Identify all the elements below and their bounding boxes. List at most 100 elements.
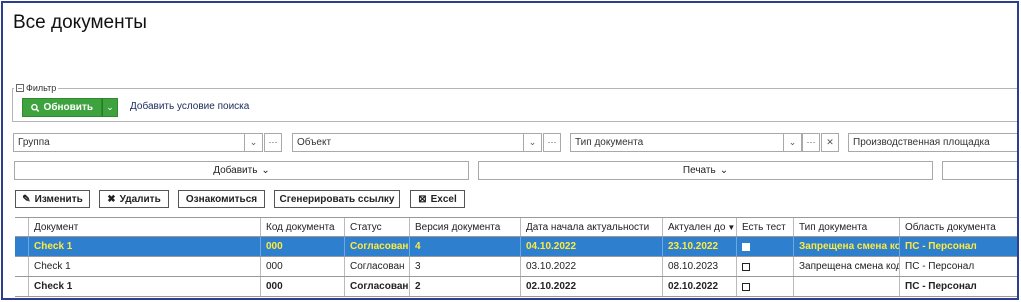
- object-more-button[interactable]: ⋯: [543, 133, 561, 152]
- cell-valid-until: 23.10.2022: [663, 237, 737, 256]
- page-title: Все документы: [13, 12, 147, 33]
- site-combo[interactable]: Производственная площадка: [848, 133, 1017, 152]
- doc-type-clear-button[interactable]: ✕: [821, 133, 839, 152]
- cell-code: 000: [261, 237, 345, 256]
- refresh-button[interactable]: Обновить: [22, 98, 102, 117]
- cell-start-date: 03.10.2022: [521, 257, 663, 276]
- cell-valid-until: 02.10.2022: [663, 277, 737, 296]
- table-row[interactable]: Check 1 000 Согласован 3 03.10.2022 08.1…: [15, 257, 1017, 277]
- chevron-down-icon: ⌄: [719, 165, 729, 176]
- cell-doc-area: ПС - Персонал: [905, 281, 977, 292]
- group-more-button[interactable]: ⋯: [264, 133, 282, 152]
- object-combo-text: Объект: [297, 137, 332, 148]
- cell-doc-area: ПС - Персонал: [905, 261, 975, 272]
- site-combo-text: Производственная площадка: [853, 137, 990, 148]
- table-row[interactable]: Check 1 000 Согласован 4 04.10.2022 23.1…: [15, 237, 1017, 257]
- cell-doc-type: Запрещена смена кода: [794, 257, 900, 276]
- checkbox[interactable]: [742, 242, 750, 251]
- group-combo[interactable]: Группа ⌄: [13, 133, 263, 152]
- print-button-label: Печать: [682, 165, 716, 176]
- cell-has-test: [737, 257, 794, 276]
- refresh-dropdown-button[interactable]: ⌄: [102, 98, 118, 117]
- sort-down-icon: ▼: [727, 222, 736, 232]
- cell-code: 000: [261, 257, 345, 276]
- pencil-icon: ✎: [22, 193, 31, 205]
- column-header[interactable]: Дата начала актуальности: [521, 218, 663, 236]
- chevron-down-icon: ⌄: [106, 102, 114, 112]
- cell-version: 4: [410, 237, 521, 256]
- column-header[interactable]: Есть тест: [737, 218, 794, 236]
- column-header-label: Актуален до: [668, 221, 726, 233]
- cell-valid-until: 08.10.2023: [663, 257, 737, 276]
- chevron-down-icon[interactable]: ⌄: [244, 134, 262, 151]
- delete-button[interactable]: ✖ Удалить: [99, 190, 169, 208]
- collapse-icon[interactable]: −: [16, 84, 24, 92]
- filter-legend[interactable]: − Фильтр: [14, 83, 59, 93]
- close-icon: ✖: [107, 193, 116, 205]
- search-icon: [31, 103, 40, 112]
- generate-link-button-label: Сгенерировать ссылку: [279, 193, 395, 205]
- row-marker: [15, 237, 29, 256]
- excel-icon: ⊠: [418, 193, 427, 205]
- refresh-button-label: Обновить: [43, 102, 93, 113]
- column-header[interactable]: Статус: [345, 218, 410, 236]
- filter-legend-label: Фильтр: [26, 83, 57, 93]
- row-marker-header: [15, 218, 29, 236]
- column-header[interactable]: Область документа: [900, 218, 1017, 236]
- print-button[interactable]: Печать ⌄: [478, 161, 933, 180]
- cell-has-test: [737, 237, 794, 256]
- cell-code: 000: [261, 277, 345, 296]
- column-header[interactable]: Версия документа: [410, 218, 521, 236]
- cell-status: Согласован: [345, 237, 410, 256]
- excel-button[interactable]: ⊠ Excel: [410, 190, 465, 208]
- cell-doc-type: Запрещена смена кода: [794, 237, 900, 256]
- cell-version: 2: [410, 277, 521, 296]
- edit-button[interactable]: ✎ Изменить: [15, 190, 90, 208]
- delete-button-label: Удалить: [119, 193, 161, 205]
- table-row[interactable]: Check 1 000 Согласован 2 02.10.2022 02.1…: [15, 277, 1017, 297]
- cell-version: 3: [410, 257, 521, 276]
- column-header[interactable]: Документ: [29, 218, 261, 236]
- ellipsis-icon: ⋯: [547, 137, 557, 147]
- extra-bar-button[interactable]: [942, 161, 1017, 180]
- doc-type-more-button[interactable]: ⋯: [802, 133, 820, 152]
- cell-status: Согласован: [345, 277, 410, 296]
- chevron-down-icon: ⌄: [261, 165, 270, 176]
- cell-document: Check 1: [29, 257, 261, 276]
- edit-button-label: Изменить: [34, 193, 83, 205]
- add-button[interactable]: Добавить ⌄: [14, 161, 469, 180]
- table-header-row: Документ Код документа Статус Версия док…: [15, 217, 1017, 237]
- add-button-label: Добавить: [213, 165, 258, 176]
- doc-type-combo[interactable]: Тип документа ⌄: [570, 133, 802, 152]
- column-header[interactable]: Код документа: [261, 218, 345, 236]
- acquaint-button[interactable]: Ознакомиться: [178, 190, 265, 208]
- column-header[interactable]: Тип документа: [794, 218, 900, 236]
- cell-doc-type: [794, 277, 900, 296]
- cell-start-date: 02.10.2022: [521, 277, 663, 296]
- chevron-down-icon[interactable]: ⌄: [523, 134, 541, 151]
- cell-doc-area: ПС - Персонал: [905, 241, 977, 252]
- window-frame: Все документы − Фильтр Обновить ⌄ Добави…: [1, 1, 1019, 300]
- documents-table: Документ Код документа Статус Версия док…: [15, 217, 1017, 297]
- cell-document: Check 1: [29, 277, 261, 296]
- ellipsis-icon: ⋯: [268, 137, 278, 147]
- cell-status: Согласован: [345, 257, 410, 276]
- group-combo-text: Группа: [18, 137, 50, 148]
- cell-start-date: 04.10.2022: [521, 237, 663, 256]
- cell-has-test: [737, 277, 794, 296]
- cell-document: Check 1: [29, 237, 261, 256]
- row-marker: [15, 257, 29, 276]
- row-marker: [15, 277, 29, 296]
- add-condition-link[interactable]: Добавить условие поиска: [130, 101, 249, 112]
- ellipsis-icon: ⋯: [806, 137, 816, 147]
- excel-button-label: Excel: [430, 193, 457, 205]
- close-icon: ✕: [826, 137, 834, 147]
- column-header-sorted[interactable]: Актуален до ▼: [663, 218, 737, 236]
- chevron-down-icon[interactable]: ⌄: [783, 134, 801, 151]
- checkbox[interactable]: [742, 282, 750, 291]
- generate-link-button[interactable]: Сгенерировать ссылку: [274, 190, 400, 208]
- acquaint-button-label: Ознакомиться: [185, 193, 258, 205]
- refresh-split-button: Обновить ⌄: [22, 98, 118, 117]
- checkbox[interactable]: [742, 262, 750, 271]
- object-combo[interactable]: Объект ⌄: [292, 133, 542, 152]
